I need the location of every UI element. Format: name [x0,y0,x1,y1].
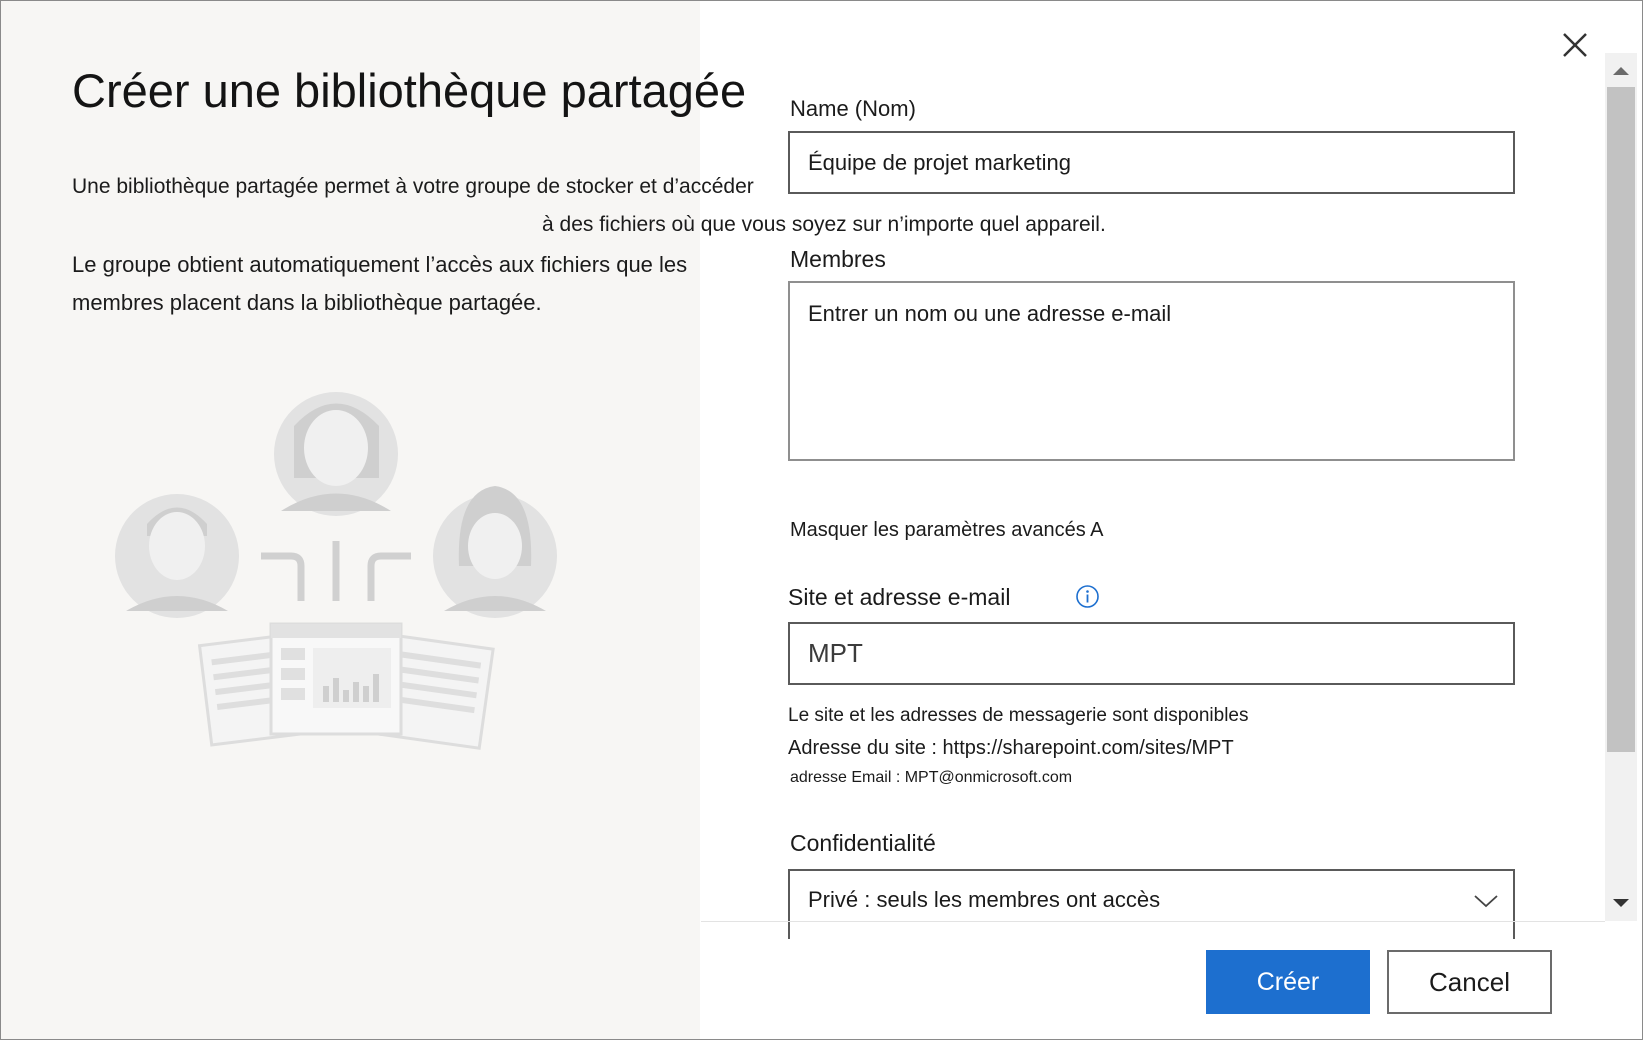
scroll-down-arrow-icon[interactable] [1605,893,1637,913]
privacy-label: Confidentialité [790,830,936,856]
site-address-text: Adresse du site : https://sharepoint.com… [788,737,1234,759]
privacy-dropdown[interactable]: Privé : seuls les membres ont accès [788,869,1515,939]
advanced-settings-toggle[interactable]: Masquer les paramètres avancés A [790,519,1104,542]
site-email-label: Site et adresse e-mail [788,584,1011,610]
site-alias-input[interactable]: MPT [788,622,1515,685]
vertical-scrollbar[interactable] [1605,53,1637,921]
intro-text-line2: à des fichiers où que vous soyez sur n’i… [542,213,1106,236]
intro-paragraph-2: Le groupe obtient automatiquement l’accè… [72,252,688,315]
members-input[interactable]: Entrer un nom ou une adresse e-mail [788,281,1515,461]
scroll-up-arrow-icon[interactable] [1605,61,1637,81]
availability-message: Le site et les adresses de messagerie so… [788,705,1249,726]
create-button[interactable]: Créer [1206,950,1370,1014]
name-input[interactable]: Équipe de projet marketing [788,131,1515,194]
members-label: Membres [790,246,886,272]
chevron-down-icon [1474,895,1498,908]
name-label: Name (Nom) [790,96,916,121]
info-icon[interactable] [1075,584,1100,609]
shared-library-illustration [115,392,557,750]
close-icon [1563,33,1587,57]
email-address-text: adresse Email : MPT@onmicrosoft.com [790,769,1073,786]
dialog-title: Créer une bibliothèque partagée [72,64,747,117]
create-shared-library-dialog: Créer une bibliothèque partagée Une bibl… [0,0,1643,1040]
scrollbar-thumb[interactable] [1607,87,1635,752]
privacy-selected-value: Privé : seuls les membres ont accès [808,887,1161,912]
footer-divider [701,921,1605,922]
close-button[interactable] [1555,25,1595,65]
intro-text-line1: Une bibliothèque partagée permet à votre… [72,175,754,198]
left-info-pane: Créer une bibliothèque partagée Une bibl… [1,1,754,1039]
cancel-button[interactable]: Cancel [1387,950,1552,1014]
